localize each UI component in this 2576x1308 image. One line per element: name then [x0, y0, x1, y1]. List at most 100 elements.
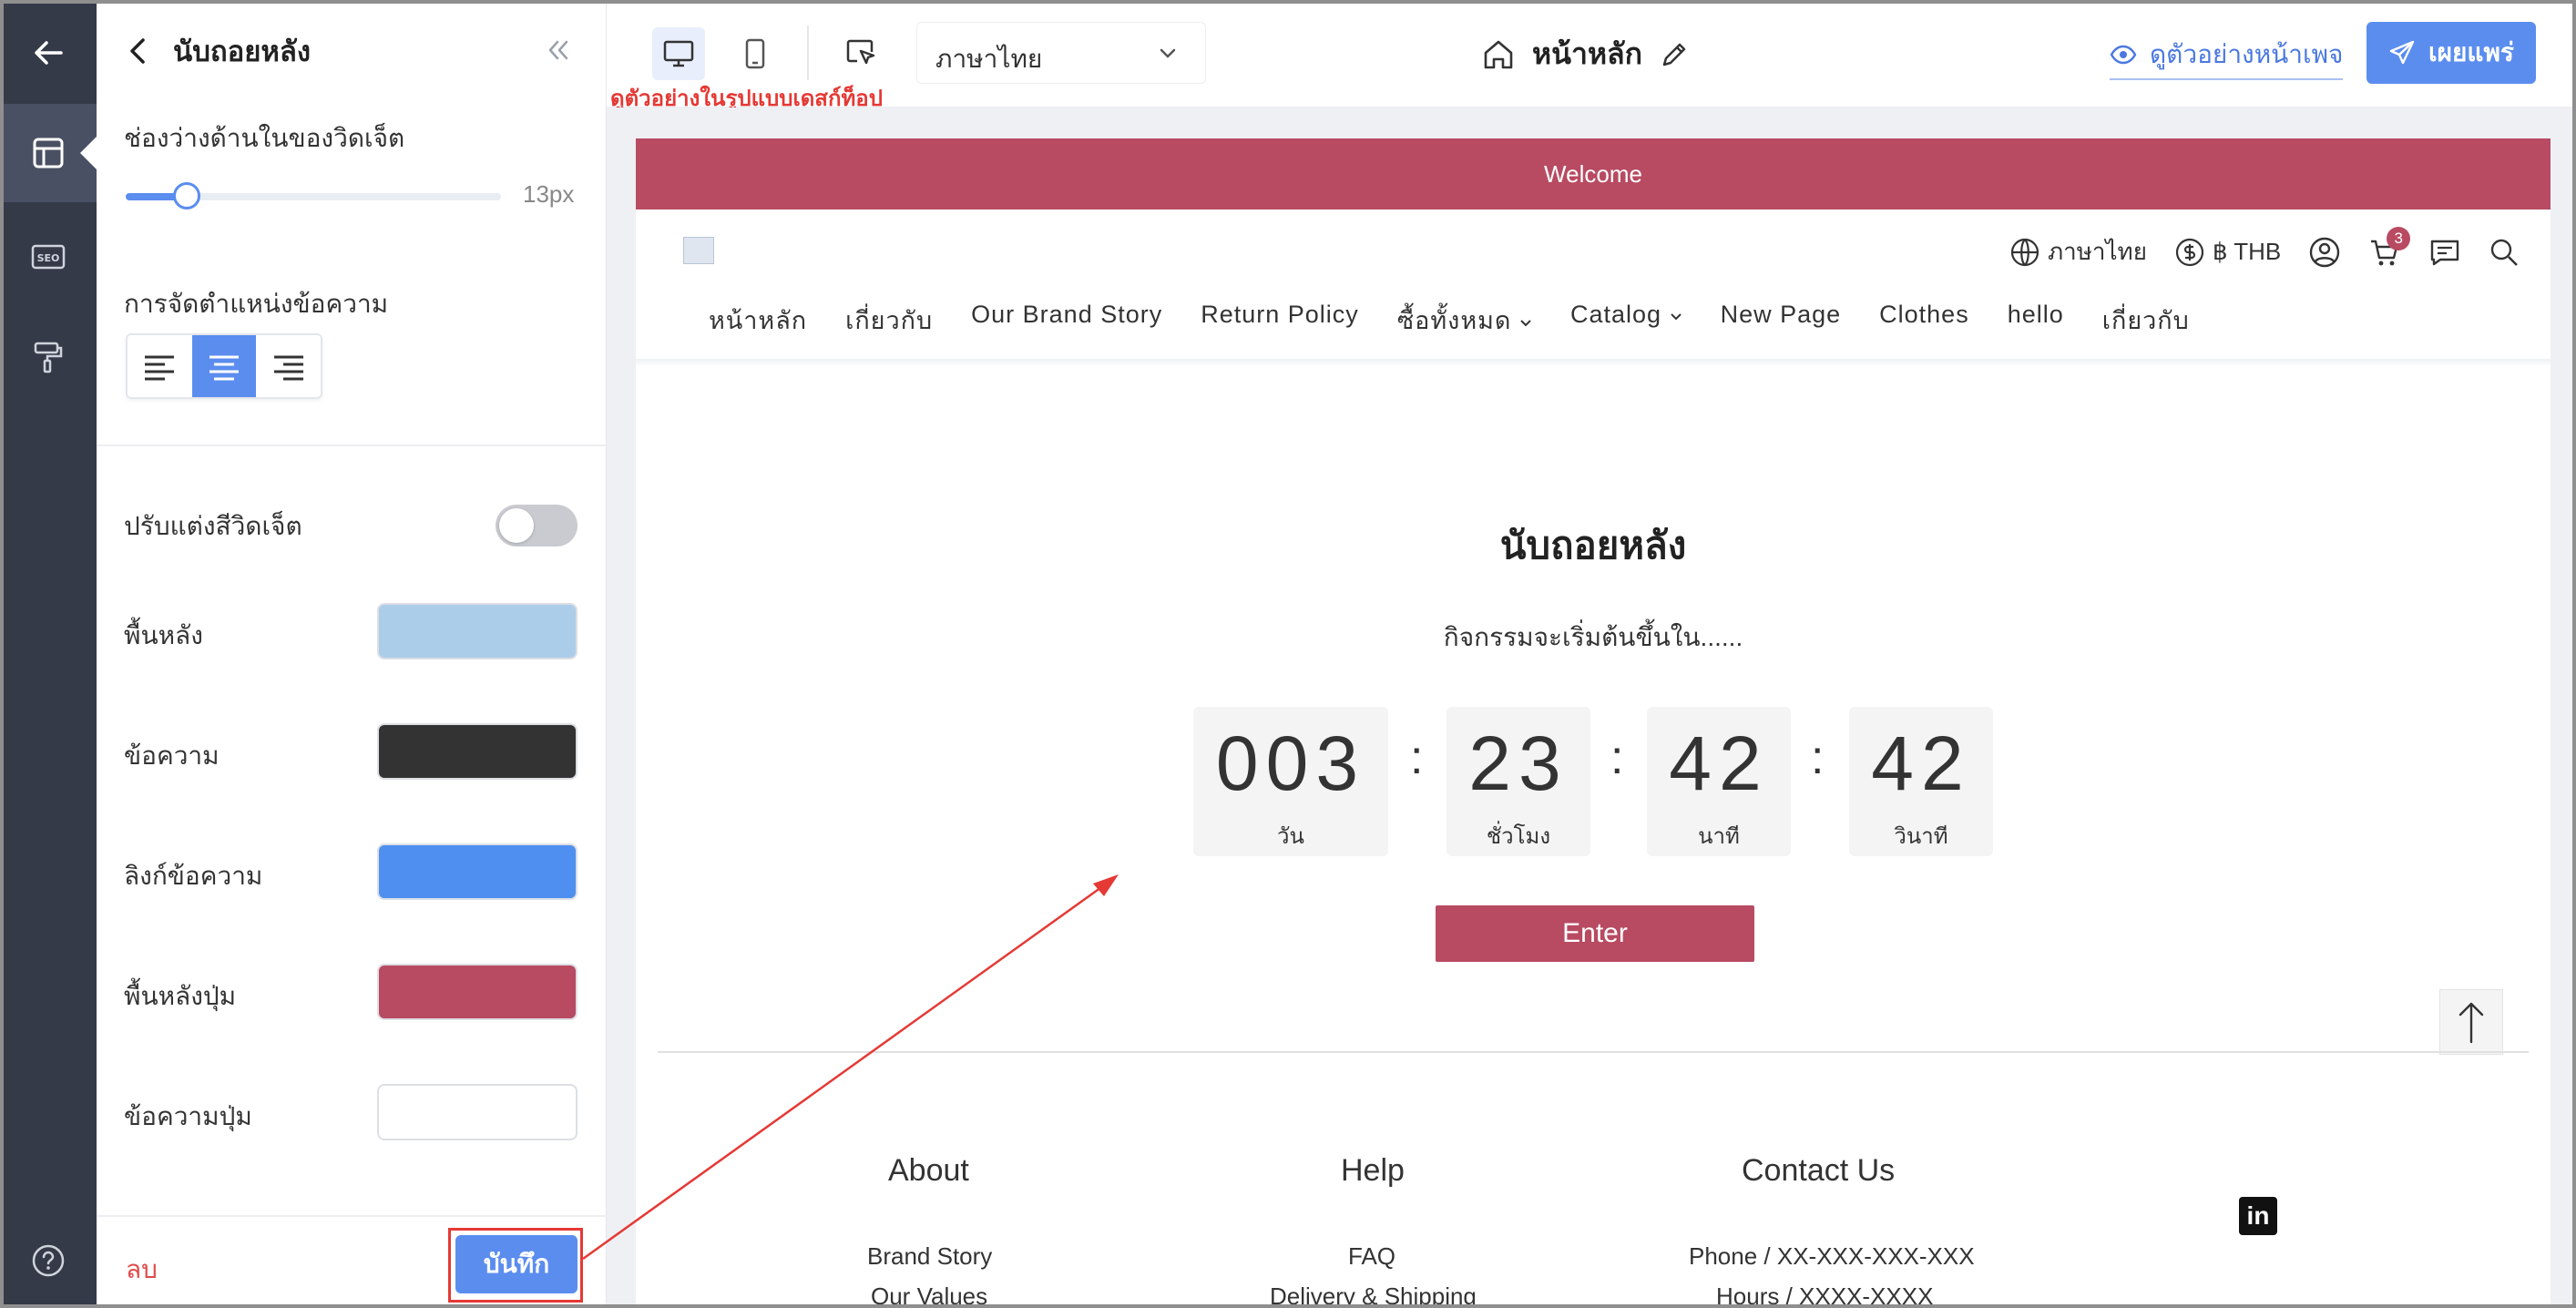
align-right-button[interactable] [256, 335, 321, 397]
padding-slider[interactable] [126, 182, 501, 209]
color-label-text: ข้อความ [124, 741, 220, 770]
select-mode-button[interactable] [834, 27, 887, 80]
page-title: หน้าหลัก [1532, 37, 1643, 70]
nav-item-home[interactable]: หน้าหลัก [709, 301, 807, 340]
home-icon [1484, 40, 1513, 68]
desktop-view-button[interactable] [652, 27, 705, 80]
color-label-button-bg: พื้นหลังปุ่ม [124, 982, 237, 1010]
nav-item-clothes[interactable]: Clothes [1879, 301, 1969, 340]
chevron-down-icon [1520, 320, 1531, 327]
preview-page-link[interactable]: ดูตัวอย่างหน้าเพจ [2110, 35, 2344, 80]
nav-item-about[interactable]: เกี่ยวกับ [845, 301, 933, 340]
footer-contact-hours: Hours / XXXX-XXXX [1716, 1282, 1934, 1308]
countdown-hours-label: ชั่วโมง [1486, 824, 1551, 849]
color-swatch-button-text[interactable] [377, 1084, 578, 1140]
chevron-down-icon [1160, 48, 1176, 58]
nav-item-about-2[interactable]: เกี่ยวกับ [2102, 301, 2190, 340]
color-swatch-background[interactable] [377, 603, 578, 659]
delete-link[interactable]: ลบ [126, 1250, 158, 1290]
padding-slider-handle[interactable] [173, 182, 200, 209]
globe-icon [2010, 238, 2039, 266]
site-language-label: ภาษาไทย [2048, 238, 2147, 265]
monitor-icon [663, 40, 694, 67]
mobile-view-button[interactable] [729, 27, 782, 80]
countdown-minutes-box: 42 นาที [1647, 707, 1791, 856]
align-center-button[interactable] [191, 335, 257, 397]
page-title-group: หน้าหลัก [1481, 31, 1690, 77]
double-chevron-left-icon[interactable] [545, 36, 572, 64]
nav-item-shop-all[interactable]: ซื้อทั้งหมด [1397, 301, 1532, 340]
nav-item-return-policy[interactable]: Return Policy [1201, 301, 1359, 340]
color-swatch-button-bg[interactable] [377, 964, 578, 1020]
countdown-days: 003 [1215, 720, 1366, 806]
align-left-icon [145, 355, 175, 381]
site-logo[interactable] [683, 237, 714, 264]
chevron-left-icon[interactable] [128, 36, 148, 66]
custom-color-label: ปรับแต่งสีวิดเจ็ต [124, 512, 302, 540]
rail-seo-button[interactable]: SEO [0, 208, 97, 306]
color-label-link: ลิงก์ข้อความ [124, 862, 263, 890]
rail-theme-button[interactable] [0, 308, 97, 406]
align-left-button[interactable] [128, 335, 192, 397]
user-icon[interactable] [2308, 236, 2341, 269]
custom-color-toggle[interactable] [496, 505, 578, 547]
chevron-down-icon [1670, 313, 1682, 321]
seo-icon: SEO [31, 244, 66, 270]
help-button[interactable] [0, 1211, 97, 1308]
scroll-to-top-button[interactable] [2439, 989, 2503, 1055]
color-swatch-text[interactable] [377, 723, 578, 780]
padding-label: ช่องว่างด้านในของวิดเจ็ต [124, 124, 405, 152]
color-swatch-link[interactable] [377, 843, 578, 900]
site-currency-switch[interactable]: ฿ THB [2174, 237, 2281, 268]
layout-icon [33, 138, 64, 169]
panel-divider [97, 445, 607, 446]
arrow-up-icon [2458, 1002, 2484, 1044]
footer-link-our-values[interactable]: Our Values [871, 1282, 987, 1308]
cart-button[interactable]: 3 [2368, 226, 2411, 269]
footer-link-brand-story[interactable]: Brand Story [867, 1242, 992, 1271]
linkedin-icon[interactable]: in [2239, 1197, 2277, 1235]
nav-item-hello[interactable]: hello [2008, 301, 2064, 340]
panel-footer: ลบ บันทึก [97, 1215, 607, 1308]
nav-item-new-page[interactable]: New Page [1721, 301, 1842, 340]
phone-icon [745, 38, 765, 69]
preview-page-label: ดูตัวอย่างหน้าเพจ [2150, 40, 2344, 68]
countdown-separator: : [1610, 731, 1624, 784]
search-icon[interactable] [2489, 237, 2520, 268]
left-rail: SEO [0, 0, 97, 1308]
site-language-switch[interactable]: ภาษาไทย [2009, 233, 2147, 271]
nav-item-catalog-label: Catalog [1569, 301, 1662, 328]
countdown-enter-button[interactable]: Enter [1436, 905, 1754, 962]
panel-header: นับถอยหลัง [97, 0, 607, 102]
send-icon [2389, 40, 2415, 65]
footer-contact-phone: Phone / XX-XXX-XXX-XXX [1689, 1242, 1975, 1270]
nav-item-brand-story[interactable]: Our Brand Story [971, 301, 1162, 340]
footer-heading-help: Help [1341, 1153, 1405, 1188]
paint-roller-icon [34, 342, 63, 373]
footer-link-delivery[interactable]: Delivery & Shipping [1270, 1282, 1477, 1308]
footer-heading-contact: Contact Us [1742, 1153, 1896, 1188]
nav-item-catalog[interactable]: Catalog [1570, 301, 1682, 340]
site-preview: Welcome ภาษาไทย ฿ THB 3 หน้าหลัก เกี่ยวก… [636, 138, 2550, 1308]
header-shadow [636, 359, 2550, 366]
countdown-separator: : [1410, 731, 1424, 784]
pencil-icon[interactable] [1659, 39, 1690, 70]
publish-button[interactable]: เผยแพร่ [2366, 22, 2536, 84]
toggle-knob [499, 508, 534, 543]
eye-icon [2110, 45, 2137, 65]
language-select[interactable]: ภาษาไทย [916, 22, 1206, 84]
align-label: การจัดตำแหน่งข้อความ [124, 290, 389, 318]
save-button-highlight [448, 1228, 583, 1303]
back-button[interactable] [0, 4, 97, 102]
site-currency-label: ฿ THB [2212, 238, 2282, 265]
countdown-days-label: วัน [1277, 824, 1304, 849]
footer-link-faq[interactable]: FAQ [1348, 1242, 1395, 1271]
message-icon[interactable] [2428, 236, 2461, 269]
countdown-minutes: 42 [1669, 720, 1769, 806]
countdown-minutes-label: นาที [1698, 824, 1740, 849]
countdown-title: นับถอยหลัง [1499, 524, 1687, 567]
rail-pointer [80, 137, 97, 169]
countdown-separator: : [1811, 731, 1825, 784]
countdown-seconds: 42 [1871, 720, 1971, 806]
site-nav: หน้าหลัก เกี่ยวกับ Our Brand Story Retur… [709, 301, 2190, 340]
